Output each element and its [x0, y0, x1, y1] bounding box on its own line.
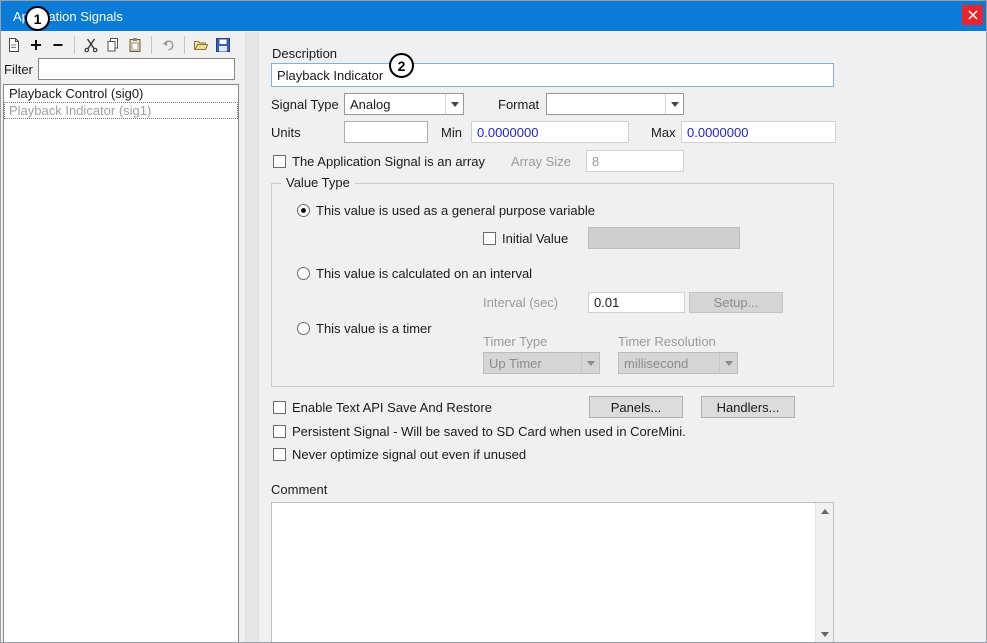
array-checkbox-label: The Application Signal is an array [292, 154, 485, 169]
timer-type-value: Up Timer [489, 356, 581, 371]
setup-button: Setup... [689, 292, 783, 313]
comment-label: Comment [271, 482, 327, 498]
initial-value-checkbox[interactable]: Initial Value [483, 231, 568, 246]
never-optimize-label: Never optimize signal out even if unused [292, 447, 526, 462]
toolbar-save-button[interactable] [212, 34, 234, 56]
initial-value-label: Initial Value [502, 231, 568, 246]
timer-resolution-label: Timer Resolution [618, 334, 716, 350]
filter-label: Filter [4, 62, 33, 78]
radio-interval-label: This value is calculated on an interval [316, 266, 532, 281]
chevron-up-icon [821, 509, 829, 514]
chevron-down-icon [665, 94, 683, 114]
checkbox-box [273, 155, 286, 168]
chevron-down-icon [719, 353, 737, 373]
panels-button[interactable]: Panels... [589, 396, 683, 418]
timer-resolution-select: millisecond [618, 352, 738, 374]
format-select[interactable] [546, 93, 684, 115]
interval-input[interactable] [588, 292, 685, 313]
close-button[interactable] [962, 5, 983, 25]
enable-text-api-label: Enable Text API Save And Restore [292, 400, 492, 415]
description-input[interactable] [271, 63, 834, 87]
min-input[interactable] [471, 121, 629, 143]
array-size-label: Array Size [511, 154, 571, 170]
scroll-up-button[interactable] [816, 503, 833, 520]
chevron-down-icon [821, 632, 829, 637]
toolbar-remove-button[interactable] [47, 34, 69, 56]
timer-type-select: Up Timer [483, 352, 600, 374]
toolbar-open-button[interactable] [190, 34, 212, 56]
checkbox-box [483, 232, 496, 245]
signal-type-select[interactable]: Analog [344, 93, 464, 115]
timer-resolution-value: millisecond [624, 356, 719, 371]
toolbar-separator [74, 36, 75, 54]
max-input[interactable] [681, 121, 836, 143]
radio-timer-label: This value is a timer [316, 321, 432, 336]
remove-icon [50, 37, 66, 53]
save-icon [215, 37, 231, 53]
toolbar-separator [184, 36, 185, 54]
filter-input[interactable] [38, 58, 235, 80]
toolbar-new-signal-button[interactable] [3, 34, 25, 56]
units-label: Units [271, 125, 301, 141]
close-icon [967, 9, 979, 21]
toolbar-paste-button[interactable] [124, 34, 146, 56]
titlebar[interactable]: Application Signals [1, 1, 986, 31]
annotation-badge-1: 1 [25, 6, 50, 31]
never-optimize-checkbox[interactable]: Never optimize signal out even if unused [273, 447, 526, 462]
checkbox-box [273, 425, 286, 438]
list-item-playback-control[interactable]: Playback Control (sig0) [4, 85, 238, 102]
chevron-down-icon [445, 94, 463, 114]
undo-icon [160, 37, 176, 53]
units-input[interactable] [344, 121, 428, 143]
comment-scrollbar[interactable] [815, 503, 833, 643]
persistent-signal-label: Persistent Signal - Will be saved to SD … [292, 424, 686, 439]
timer-type-label: Timer Type [483, 334, 547, 350]
toolbar-add-button[interactable] [25, 34, 47, 56]
scroll-down-button[interactable] [816, 626, 833, 643]
min-label: Min [441, 125, 462, 141]
toolbar-cut-button[interactable] [80, 34, 102, 56]
persistent-signal-checkbox[interactable]: Persistent Signal - Will be saved to SD … [273, 424, 686, 439]
signal-type-label: Signal Type [271, 97, 339, 113]
signal-type-value: Analog [350, 97, 445, 112]
array-checkbox[interactable]: The Application Signal is an array [273, 154, 485, 169]
toolbar-undo-button [157, 34, 179, 56]
max-label: Max [651, 125, 676, 141]
toolbar [3, 32, 234, 57]
radio-general-purpose-label: This value is used as a general purpose … [316, 203, 595, 218]
checkbox-box [273, 448, 286, 461]
toolbar-copy-button[interactable] [102, 34, 124, 56]
annotation-badge-2: 2 [389, 53, 414, 78]
panel-divider [245, 32, 259, 643]
description-label: Description [272, 46, 337, 62]
cut-icon [83, 37, 99, 53]
radio-timer[interactable]: This value is a timer [297, 321, 432, 336]
initial-value-input [588, 227, 740, 249]
checkbox-box [273, 401, 286, 414]
new-signal-icon [6, 37, 22, 53]
signal-list: Playback Control (sig0) Playback Indicat… [3, 84, 239, 643]
radio-button [297, 204, 310, 217]
handlers-button[interactable]: Handlers... [701, 396, 795, 418]
application-signals-window: Application Signals 1 2 [0, 0, 987, 643]
radio-general-purpose[interactable]: This value is used as a general purpose … [297, 203, 595, 218]
value-type-group-label: Value Type [281, 175, 355, 190]
toolbar-separator [151, 36, 152, 54]
radio-button [297, 267, 310, 280]
list-item-playback-indicator[interactable]: Playback Indicator (sig1) [4, 102, 238, 119]
add-icon [28, 37, 44, 53]
enable-text-api-checkbox[interactable]: Enable Text API Save And Restore [273, 400, 492, 415]
radio-button [297, 322, 310, 335]
radio-interval[interactable]: This value is calculated on an interval [297, 266, 532, 281]
copy-icon [105, 37, 121, 53]
open-icon [193, 37, 209, 53]
interval-label: Interval (sec) [483, 295, 558, 311]
comment-input[interactable] [271, 502, 834, 643]
format-label: Format [498, 97, 539, 113]
chevron-down-icon [581, 353, 599, 373]
array-size-input [586, 150, 684, 172]
paste-icon [127, 37, 143, 53]
